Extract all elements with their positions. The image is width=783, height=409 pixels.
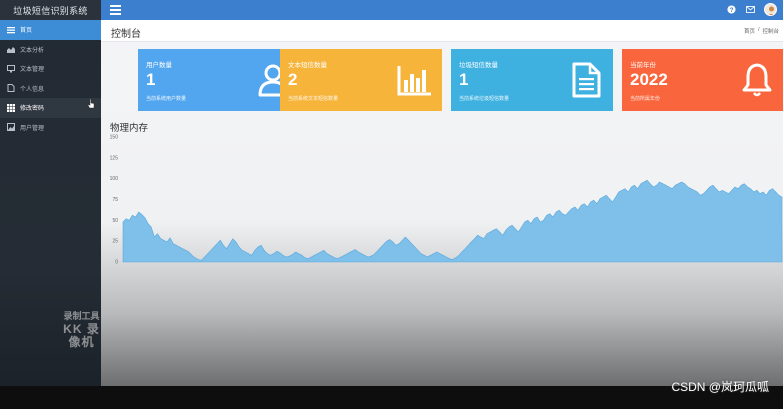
y-tick-label: 125 — [110, 155, 119, 161]
sidebar-item-3[interactable]: 个人信息 — [0, 79, 101, 99]
stat-card-1: 文本短信数量 2 当前系统文本短信数量 — [280, 49, 442, 111]
watermark-line2: KK 录像机 — [63, 322, 100, 349]
sidebar-item-0[interactable]: 首页 — [0, 20, 101, 40]
memory-chart: 150 125 100 75 50 25 0 — [110, 135, 783, 266]
stat-card-0: 用户数量 1 当前系统用户数量 — [138, 49, 300, 111]
csdn-watermark: CSDN @岚珂瓜呱 — [671, 380, 769, 394]
sidebar-item-label: 修改密码 — [20, 106, 45, 113]
stat-card-subtitle: 当前系统垃圾短信数量 — [459, 96, 510, 102]
y-tick-label: 75 — [112, 197, 118, 203]
top-bar: ? — [101, 0, 783, 20]
page-header: 控制台 首页 / 控制台 — [101, 20, 783, 42]
app-title: 垃圾短信识别系统 — [0, 0, 101, 20]
file-icon — [572, 62, 601, 98]
sidebar-item-2[interactable]: 文本管理 — [0, 59, 101, 79]
document-icon — [5, 84, 16, 93]
y-tick-label: 50 — [112, 218, 118, 224]
stat-card-value: 1 — [459, 70, 469, 89]
recorder-watermark: 录制工具 KK 录像机 — [62, 310, 101, 349]
sidebar-item-4[interactable]: 修改密码 — [0, 98, 101, 118]
stat-card-value: 1 — [146, 70, 156, 89]
sidebar: 垃圾短信识别系统 首页文本分析文本管理个人信息修改密码用户管理 录制工具 KK … — [0, 0, 101, 386]
bar-chart-icon — [397, 66, 431, 96]
y-tick-label: 0 — [115, 260, 118, 266]
sidebar-item-label: 首页 — [20, 28, 33, 35]
stat-card-subtitle: 当前系统文本短信数量 — [288, 96, 339, 102]
monitor-icon — [5, 64, 16, 73]
y-tick-label: 25 — [112, 239, 118, 245]
stat-card-label: 文本短信数量 — [288, 62, 327, 69]
memory-area-series — [122, 179, 783, 263]
stat-card-label: 垃圾短信数量 — [459, 62, 498, 69]
list-icon — [5, 25, 16, 34]
grid-icon — [5, 103, 16, 112]
sidebar-item-label: 用户管理 — [20, 125, 45, 132]
stat-card-3: 当前年份 2022 当前所属年份 — [622, 49, 783, 111]
area-chart-icon — [5, 45, 16, 54]
stat-card-2: 垃圾短信数量 1 当前系统垃圾短信数量 — [451, 49, 613, 111]
help-icon[interactable]: ? — [726, 5, 736, 15]
bell-icon — [742, 63, 772, 97]
stat-card-subtitle: 当前系统用户数量 — [146, 96, 187, 102]
breadcrumb-current: 控制台 — [762, 29, 779, 35]
y-tick-label: 150 — [110, 135, 119, 141]
stat-card-label: 用户数量 — [146, 62, 172, 69]
top-icons: ? — [726, 3, 777, 16]
image-icon — [5, 123, 16, 132]
stat-card-value: 2 — [288, 70, 298, 89]
avatar[interactable] — [764, 3, 777, 16]
stat-card-subtitle: 当前所属年份 — [630, 96, 661, 102]
hand-cursor-icon — [88, 99, 95, 109]
bottom-band — [0, 386, 783, 409]
sidebar-item-1[interactable]: 文本分析 — [0, 40, 101, 60]
menu-toggle-icon[interactable] — [110, 5, 121, 15]
breadcrumb-separator: / — [757, 27, 760, 33]
svg-text:?: ? — [729, 7, 733, 14]
stat-card-value: 2022 — [630, 70, 668, 89]
sidebar-item-label: 文本管理 — [20, 67, 45, 74]
main-content: 控制台 首页 / 控制台 用户数量 1 当前系统用户数量 文本短信数量 2 当前系统文本短… — [101, 20, 783, 386]
breadcrumb-home[interactable]: 首页 — [744, 27, 755, 35]
y-tick-label: 100 — [110, 176, 119, 182]
page-title: 控制台 — [111, 29, 141, 40]
stat-card-label: 当前年份 — [630, 62, 656, 69]
sidebar-item-label: 文本分析 — [20, 47, 45, 54]
sidebar-item-5[interactable]: 用户管理 — [0, 118, 101, 138]
mail-icon[interactable] — [745, 5, 755, 15]
sidebar-nav: 首页文本分析文本管理个人信息修改密码用户管理 — [0, 20, 101, 137]
breadcrumb: 首页 / 控制台 — [744, 27, 779, 35]
sidebar-item-label: 个人信息 — [20, 86, 45, 93]
